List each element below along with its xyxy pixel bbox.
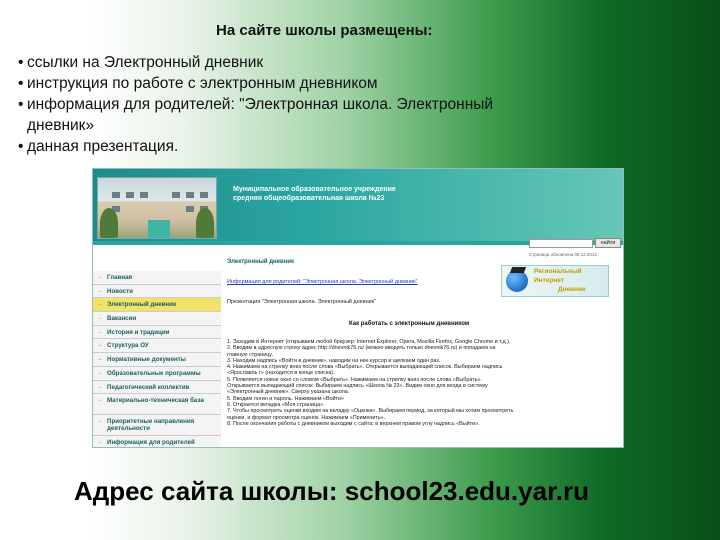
presentation-text: Презентация "Электронная школа. Электрон… xyxy=(227,299,377,305)
globe-icon xyxy=(506,270,528,292)
sidebar-item-documents[interactable]: Нормативные документы xyxy=(93,353,221,367)
parents-info-link[interactable]: Информация для родителей: "Электронная ш… xyxy=(227,279,417,285)
bullet-item: инструкция по работе с электронным дневн… xyxy=(18,73,648,94)
graduation-cap-icon xyxy=(509,267,527,273)
sidebar-top xyxy=(93,245,221,271)
website-screenshot: Муниципальное образовательное учреждение… xyxy=(92,168,624,448)
bullet-item: ссылки на Электронный дневник xyxy=(18,52,648,73)
sidebar-item-programs[interactable]: Образовательные программы xyxy=(93,367,221,381)
site-header: Муниципальное образовательное учреждение… xyxy=(93,169,623,241)
regional-diary-banner[interactable]: Региональный Интернет Дневник xyxy=(501,265,609,297)
sidebar-item-news[interactable]: Новости xyxy=(93,285,221,299)
slide-title: На сайте школы размещены: xyxy=(216,22,433,39)
bullet-item: информация для родителей: "Электронная ш… xyxy=(18,94,648,115)
sidebar-item-structure[interactable]: Структура ОУ xyxy=(93,339,221,354)
site-title: Муниципальное образовательное учреждение… xyxy=(233,186,396,202)
school-building-photo xyxy=(97,177,217,239)
sidebar-item-parents[interactable]: Информация для родителей xyxy=(93,436,221,447)
sidebar-item-staff[interactable]: Педагогический коллектив xyxy=(93,381,221,395)
instructions-list: 1. Заходим в Интернет (открываем любой б… xyxy=(227,339,621,427)
search-button[interactable]: найти xyxy=(595,238,621,248)
bullet-item: данная презентация. xyxy=(18,136,648,157)
bullet-item-continuation: дневник» xyxy=(27,117,95,134)
bullet-list: ссылки на Электронный дневник инструкция… xyxy=(18,52,648,157)
sidebar-item-e-diary[interactable]: Электронный дневник xyxy=(93,298,221,313)
instruction-line: 8. После окончания работы с дневником вы… xyxy=(227,420,480,427)
sidebar-item-priorities[interactable]: Приоритетные направления деятельности xyxy=(93,415,221,437)
sidebar-menu: Главная Новости Электронный дневник Вака… xyxy=(93,271,221,447)
search-input[interactable] xyxy=(529,239,593,248)
sidebar-item-history[interactable]: История и традиции xyxy=(93,326,221,340)
sidebar-item-vacancies[interactable]: Вакансии xyxy=(93,312,221,326)
update-date: Страница обновлена 05.12.2012 xyxy=(529,252,597,257)
sidebar-item-home[interactable]: Главная xyxy=(93,271,221,285)
school-site-address: Адрес сайта школы: school23.edu.yar.ru xyxy=(74,476,589,506)
content-heading: Электронный дневник xyxy=(227,259,294,265)
instructions-heading: Как работать с электронным дневником xyxy=(349,321,470,327)
sidebar-item-facilities[interactable]: Материально-техническая база xyxy=(93,394,221,416)
